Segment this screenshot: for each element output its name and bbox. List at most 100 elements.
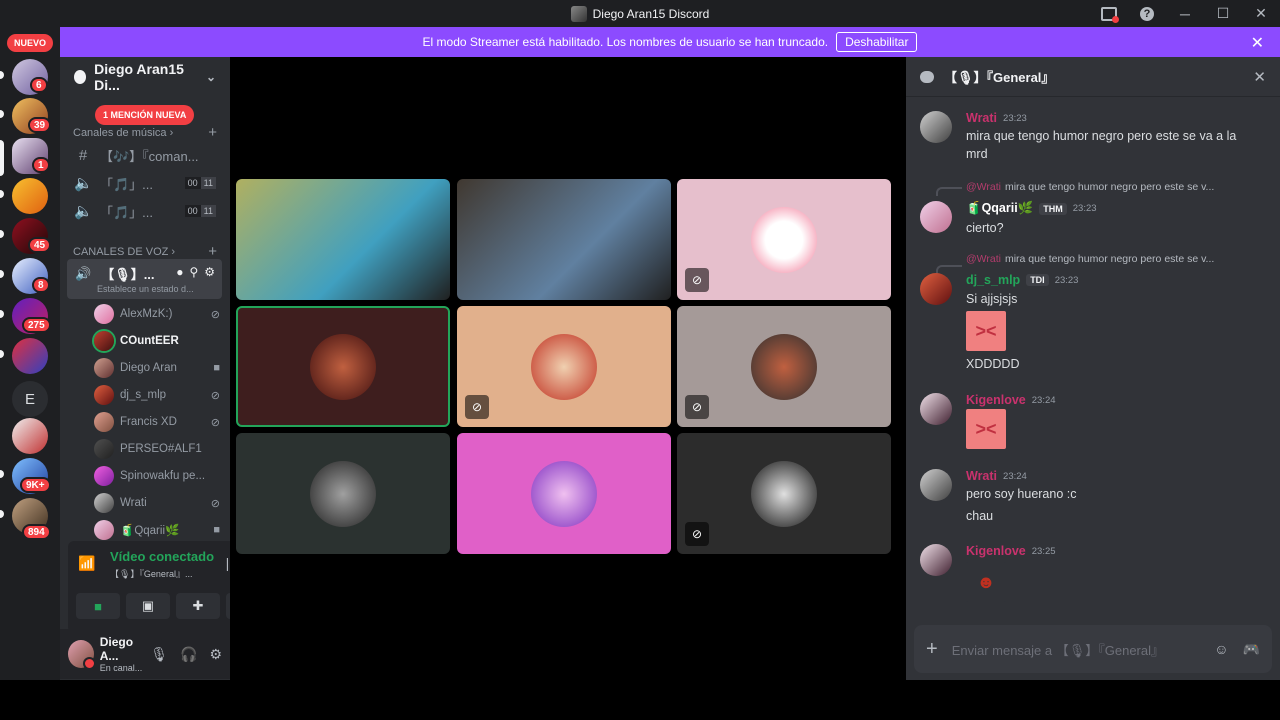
minimize-button[interactable]: ─ xyxy=(1166,0,1204,27)
voice-user[interactable]: Francis XD ⊘ xyxy=(94,410,220,434)
message-input[interactable]: Enviar mensaje a 【🎙】『General』 xyxy=(952,640,1164,659)
server-badge: 894 xyxy=(22,524,51,540)
server-icon[interactable] xyxy=(12,418,48,454)
reply-preview[interactable]: @Wrati mira que tengo humor negro pero e… xyxy=(966,253,1266,265)
message-author[interactable]: Kigenlove xyxy=(966,544,1026,558)
username[interactable]: Diego A... xyxy=(100,635,150,663)
voice-user[interactable]: 🧃Qqarii🌿 ■ xyxy=(94,518,220,542)
video-tile[interactable]: ⊘ xyxy=(457,306,671,427)
gamepad-icon[interactable]: 🎮 xyxy=(1243,641,1260,658)
voice-user[interactable]: COuntEER xyxy=(94,329,220,353)
add-channel-icon[interactable]: + xyxy=(208,243,217,260)
role-tag: THM xyxy=(1039,202,1067,215)
disable-streamer-button[interactable]: Deshabilitar xyxy=(836,32,918,52)
server-icon-letter[interactable]: E xyxy=(12,381,48,417)
screen-share-button[interactable]: ▣ xyxy=(126,593,170,619)
emoji-icon[interactable]: ☺ xyxy=(1214,641,1228,658)
voice-channel[interactable]: 🔈 「🎵」... 00 11 xyxy=(68,170,222,196)
video-tile[interactable]: ⊘ xyxy=(677,306,891,427)
maximize-button[interactable]: ☐ xyxy=(1204,0,1242,27)
reply-preview[interactable]: @Wrati mira que tengo humor negro pero e… xyxy=(966,181,1266,193)
avatar[interactable] xyxy=(920,111,952,143)
voice-user[interactable]: PERSEO#ALF1 xyxy=(94,437,220,461)
gear-icon[interactable]: ⚙ xyxy=(209,646,222,663)
message-author[interactable]: dj_s_mlp xyxy=(966,273,1020,287)
hash-icon: # xyxy=(78,146,88,164)
microphone-icon[interactable]: 🎙 xyxy=(150,646,168,663)
user-limit: 00 11 xyxy=(184,177,216,189)
video-tile[interactable] xyxy=(457,179,671,300)
video-tile[interactable]: ⊘ xyxy=(677,433,891,554)
streamer-mode-banner: El modo Streamer está habilitado. Los no… xyxy=(60,27,1280,57)
voice-channel-name[interactable]: 【🎙】『General』... xyxy=(78,567,214,580)
video-tile[interactable] xyxy=(236,306,450,427)
active-voice-channel[interactable]: 🔊 【🎙】... Establece un estado d... ● ⚲ ⚙ xyxy=(67,259,222,299)
category-voice[interactable]: CANALES DE VOZ › + xyxy=(73,243,217,260)
message-author[interactable]: 🧃Qqarii🌿 xyxy=(966,201,1033,216)
avatar[interactable] xyxy=(920,544,952,576)
sticker-image[interactable]: >< xyxy=(966,409,1006,449)
add-member-icon[interactable]: ⚲ xyxy=(189,265,198,279)
video-tile[interactable] xyxy=(457,433,671,554)
server-header[interactable]: Diego Aran15 Di... ⌄ xyxy=(60,57,230,97)
help-icon[interactable]: ? xyxy=(1128,0,1166,27)
camera-button[interactable]: ■ xyxy=(76,593,120,619)
message-author[interactable]: Wrati xyxy=(966,111,997,125)
avatar[interactable] xyxy=(920,469,952,501)
video-tile[interactable]: ⊘ xyxy=(677,179,891,300)
server-icon[interactable] xyxy=(12,338,48,374)
sticker-image[interactable]: ☻ xyxy=(966,562,1006,602)
new-mention-pill[interactable]: 1 MENCIÓN NUEVA xyxy=(95,105,195,125)
voice-user[interactable]: Diego Aran ■ xyxy=(94,356,220,380)
voice-user[interactable]: dj_s_mlp ⊘ xyxy=(94,383,220,407)
chat-bubble-icon xyxy=(920,70,934,83)
title-bar: Diego Aran15 Discord ? ─ ☐ ✕ xyxy=(0,0,1280,27)
avatar xyxy=(94,412,114,432)
voice-user[interactable]: Wrati ⊘ xyxy=(94,491,220,515)
text-channel[interactable]: # 【🎶】『coman... xyxy=(68,142,222,168)
avatar[interactable] xyxy=(68,640,96,670)
category-music[interactable]: Canales de música › + xyxy=(73,124,217,141)
server-icon[interactable] xyxy=(12,178,48,214)
unread-indicator xyxy=(0,310,4,318)
muted-icon: ⊘ xyxy=(210,416,220,429)
chat-icon[interactable]: ● xyxy=(176,265,183,279)
unread-indicator xyxy=(0,110,4,118)
voice-user[interactable]: AlexMzK:) ⊘ xyxy=(94,302,220,326)
add-channel-icon[interactable]: + xyxy=(208,124,217,141)
video-tile[interactable] xyxy=(236,433,450,554)
voice-channel[interactable]: 🔈 「🎵」... 00 11 xyxy=(68,198,222,224)
sticker-image[interactable]: >< xyxy=(966,311,1006,351)
user-limit: 00 11 xyxy=(184,205,216,217)
close-icon[interactable]: ✕ xyxy=(1251,33,1264,53)
avatar xyxy=(94,466,114,486)
channel-status[interactable]: Establece un estado d... xyxy=(97,284,194,294)
video-tile[interactable] xyxy=(236,179,450,300)
screen-share-icon[interactable] xyxy=(1090,0,1128,27)
message-author[interactable]: Kigenlove xyxy=(966,393,1026,407)
muted-icon: ⊘ xyxy=(685,395,709,419)
message-text: chau xyxy=(966,509,994,523)
voice-user[interactable]: Spinowakfu pe... xyxy=(94,464,220,488)
unread-indicator xyxy=(0,350,4,358)
close-icon[interactable]: ✕ xyxy=(1253,68,1266,86)
speaker-icon: 🔈 xyxy=(74,175,93,192)
avatar xyxy=(531,333,597,400)
gear-icon[interactable]: ⚙ xyxy=(204,265,215,279)
avatar xyxy=(94,439,114,459)
signal-icon[interactable]: 📶 xyxy=(78,555,95,572)
message-text: pero soy huerano :c xyxy=(966,487,1077,501)
avatar xyxy=(94,358,114,378)
voice-status[interactable]: Vídeo conectado xyxy=(78,549,214,564)
add-attachment-icon[interactable]: + xyxy=(926,638,938,661)
new-badge[interactable]: NUEVO xyxy=(7,34,53,52)
avatar xyxy=(310,460,376,527)
avatar[interactable] xyxy=(920,393,952,425)
headphones-icon[interactable]: 🎧 xyxy=(180,646,197,663)
avatar[interactable] xyxy=(920,201,952,233)
avatar[interactable] xyxy=(920,273,952,305)
activities-button[interactable]: ✚ xyxy=(176,593,220,619)
close-window-button[interactable]: ✕ xyxy=(1242,0,1280,27)
unread-indicator xyxy=(0,190,4,198)
message-author[interactable]: Wrati xyxy=(966,469,997,483)
